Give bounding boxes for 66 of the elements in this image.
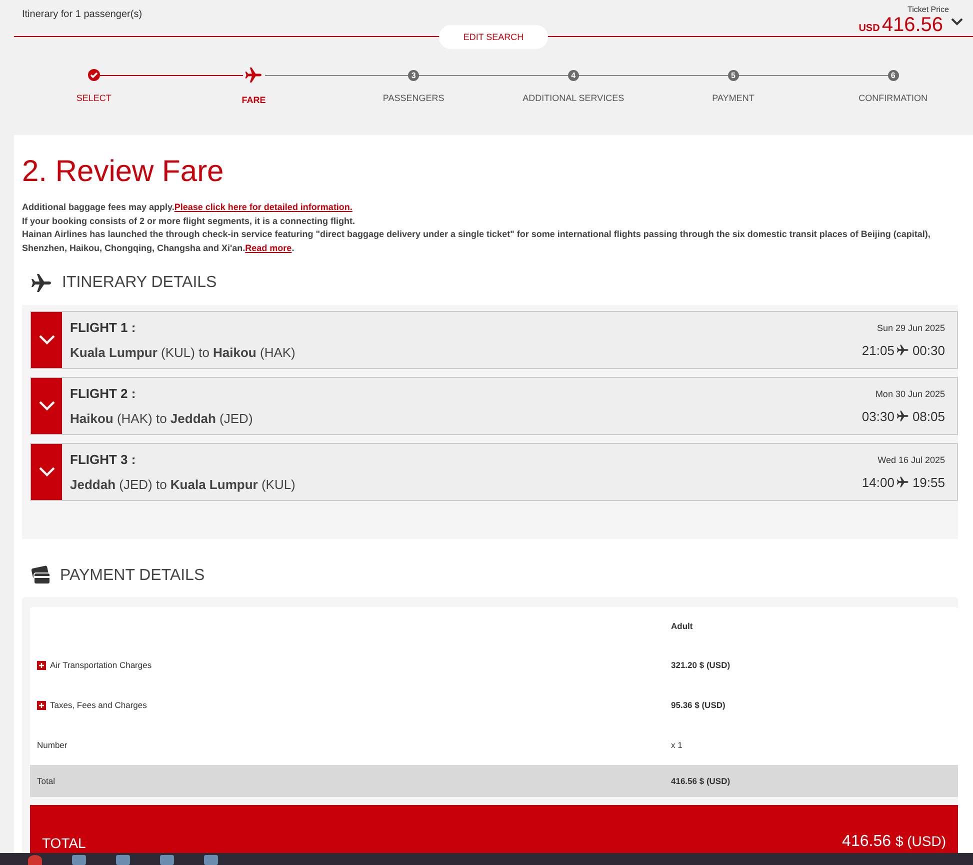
flight-date: Sun 29 Jun 2025 — [876, 322, 945, 332]
step-label[interactable]: FARE — [242, 95, 266, 105]
expand-toggle[interactable] — [31, 312, 62, 368]
step-label[interactable]: CONFIRMATION — [858, 93, 928, 103]
column-header: Adult — [671, 621, 694, 631]
notice-text: Additional baggage fees may apply.Please click here for detailed information. — [22, 201, 354, 214]
expand-toggle[interactable] — [31, 378, 62, 434]
airplane-icon — [30, 271, 54, 295]
flight-card[interactable]: FLIGHT 3 : Jeddah (JED) to Kuala Lumpur (KUL) Wed 16 Jul 2025 14:00 19:55 — [30, 443, 958, 501]
flight-label: FLIGHT 3 : — [70, 452, 137, 467]
total-label: TOTAL — [42, 835, 86, 851]
price-currency: USD — [858, 23, 880, 34]
flight-route: Haikou (HAK) to Jeddah (JED) — [70, 411, 254, 426]
charge-amount: 95.36 $ (USD) — [671, 700, 726, 710]
plus-icon[interactable] — [37, 700, 46, 710]
airplane-icon — [896, 343, 910, 357]
departure-time: 14:00 — [862, 474, 894, 490]
page-title: 2. Review Fare — [22, 155, 225, 189]
charge-amount: x 1 — [671, 740, 684, 750]
chevron-icon — [38, 467, 54, 477]
step-number: 3 — [408, 70, 420, 80]
flight-label: FLIGHT 2 : — [70, 386, 137, 401]
edit-search-button[interactable]: EDIT SEARCH — [439, 25, 548, 49]
charge-label: Air Transportation Charges — [50, 660, 152, 670]
plus-icon[interactable] — [37, 660, 46, 670]
arrival-time: 08:05 — [912, 408, 945, 424]
itinerary-passenger-label: Itinerary for 1 passenger(s) — [22, 8, 142, 20]
info-link[interactable]: Please click here for detailed information. — [174, 202, 352, 212]
step-label[interactable]: PAYMENT — [712, 93, 754, 103]
flight-route: Jeddah (JED) to Kuala Lumpur (KUL) — [70, 477, 296, 492]
charge-amount: 321.20 $ (USD) — [671, 660, 732, 670]
charge-label: Total — [37, 776, 55, 786]
step-number: 4 — [568, 70, 579, 80]
charge-label: Number — [37, 740, 68, 750]
ticket-price-label: Ticket Price — [908, 6, 949, 14]
charge-amount: 416.56 $ (USD) — [671, 776, 732, 786]
chevron-down-icon[interactable] — [951, 18, 963, 26]
info-link[interactable]: Read more — [245, 242, 292, 252]
chevron-icon — [38, 335, 54, 345]
flight-date: Wed 16 Jul 2025 — [878, 454, 945, 464]
notice-text: If your booking consists of 2 or more flight segments, it is a connecting flight. — [22, 214, 356, 228]
step-label[interactable]: SELECT — [76, 93, 112, 103]
arrival-time: 00:30 — [912, 342, 945, 358]
step-label[interactable]: ADDITIONAL SERVICES — [522, 93, 624, 103]
flight-label: FLIGHT 1 : — [70, 320, 137, 335]
step-number: 5 — [728, 70, 739, 80]
flight-route: Kuala Lumpur (KUL) to Haikou (HAK) — [70, 345, 296, 360]
total-currency: $ (USD) — [895, 833, 946, 849]
section-heading: PAYMENT DETAILS — [60, 567, 205, 585]
notice-text: Hainan Airlines has launched the through check-in service featuring "direct baggage delivery under a single ticket" for some international flights passing through the six domestic transit places of Beijing (capital), Shenzhen, Haikou, Chongqing, Changsha and Xi'an.Read more. — [22, 228, 932, 255]
flight-date: Mon 30 Jun 2025 — [875, 388, 945, 398]
chevron-icon — [38, 401, 54, 411]
expand-toggle[interactable] — [31, 444, 62, 500]
step-number: 6 — [888, 70, 899, 80]
departure-time: 21:05 — [862, 342, 894, 358]
airplane-icon — [896, 409, 910, 423]
airplane-icon — [896, 475, 910, 489]
section-heading: ITINERARY DETAILS — [62, 274, 217, 292]
total-amount: 416.56 — [842, 833, 891, 850]
step-label[interactable]: PASSENGERS — [382, 93, 444, 103]
arrival-time: 19:55 — [912, 474, 945, 490]
flight-card[interactable]: FLIGHT 1 : Kuala Lumpur (KUL) to Haikou (HAK) Sun 29 Jun 2025 21:05 00:30 — [30, 311, 958, 369]
ticket-price: 416.56 — [882, 14, 943, 36]
flight-card[interactable]: FLIGHT 2 : Haikou (HAK) to Jeddah (JED) Mon 30 Jun 2025 03:30 08:05 — [30, 377, 958, 435]
charge-label: Taxes, Fees and Charges — [50, 700, 147, 710]
departure-time: 03:30 — [862, 408, 894, 424]
